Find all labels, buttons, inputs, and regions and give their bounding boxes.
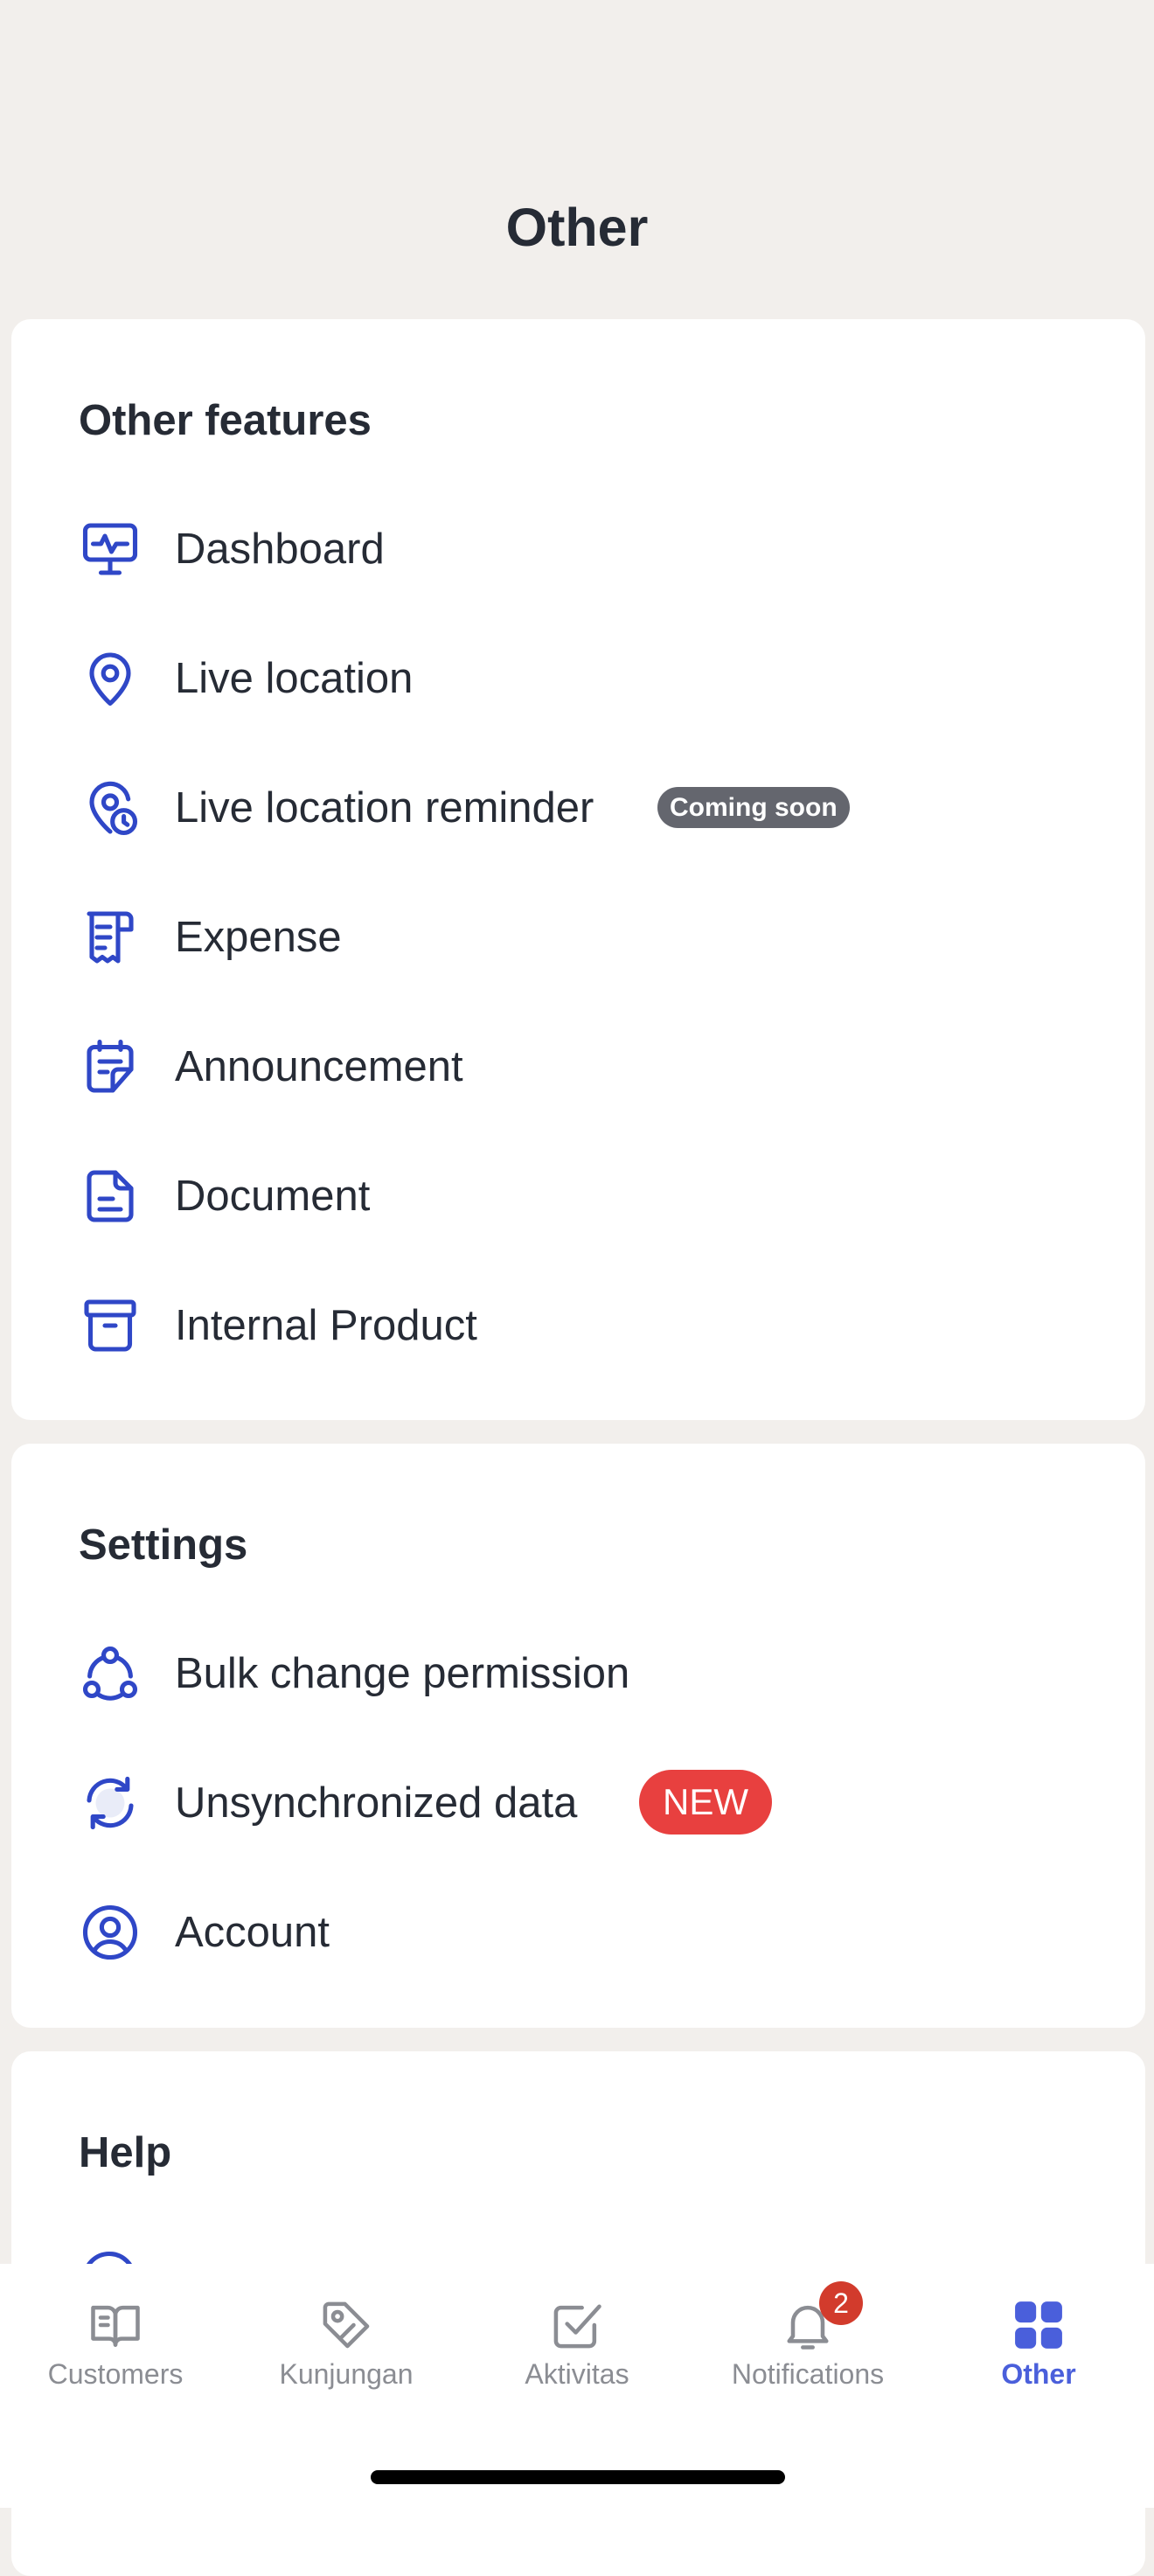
- section-title-other-features: Other features: [79, 397, 372, 444]
- nav-tab-aktivitas[interactable]: Aktivitas: [462, 2264, 692, 2439]
- nav-label: Notifications: [731, 2358, 885, 2390]
- menu-item-live-location[interactable]: Live location: [11, 612, 1145, 741]
- nav-tab-other[interactable]: Other: [923, 2264, 1154, 2439]
- archive-box-icon: [79, 1294, 142, 1357]
- receipt-icon: [79, 906, 142, 969]
- document-icon: [79, 1165, 142, 1228]
- menu-item-label: Bulk change permission: [175, 1650, 630, 1697]
- nav-label: Aktivitas: [525, 2358, 629, 2390]
- pin-clock-icon: [79, 776, 142, 839]
- user-circle-icon: [79, 1901, 142, 1964]
- menu-item-account[interactable]: Account: [11, 1866, 1145, 1995]
- menu-item-internal-product[interactable]: Internal Product: [11, 1259, 1145, 1389]
- menu-item-dashboard[interactable]: Dashboard: [11, 483, 1145, 612]
- book-icon: [86, 2295, 145, 2355]
- menu-item-expense[interactable]: Expense: [11, 871, 1145, 1000]
- grid-icon: [1009, 2295, 1068, 2355]
- nav-label: Customers: [47, 2358, 184, 2390]
- dashboard-monitor-icon: [79, 518, 142, 581]
- menu-item-label: Unsynchronized data: [175, 1779, 578, 1827]
- menu-item-announcement[interactable]: Announcement: [11, 1000, 1145, 1130]
- network-nodes-icon: [79, 1642, 142, 1705]
- menu-item-label: Account: [175, 1909, 330, 1956]
- menu-item-label: Document: [175, 1173, 371, 1220]
- notification-count-badge: 2: [819, 2281, 863, 2325]
- menu-item-label: Expense: [175, 914, 342, 961]
- section-title-help: Help: [79, 2129, 172, 2176]
- menu-item-document[interactable]: Document: [11, 1130, 1145, 1259]
- page-title: Other: [505, 198, 649, 257]
- nav-tab-customers[interactable]: Customers: [0, 2264, 231, 2439]
- menu-item-live-location-reminder[interactable]: Live location reminder Coming soon: [11, 741, 1145, 871]
- coming-soon-badge: Coming soon: [657, 787, 850, 828]
- nav-tab-notifications[interactable]: 2 Notifications: [692, 2264, 923, 2439]
- settings-card: Settings Bulk change permission Unsynchr…: [11, 1444, 1145, 2028]
- nav-tab-kunjungan[interactable]: Kunjungan: [231, 2264, 462, 2439]
- tag-icon: [316, 2295, 376, 2355]
- menu-item-label: Announcement: [175, 1043, 463, 1090]
- nav-label: Kunjungan: [279, 2358, 414, 2390]
- menu-item-label: Live location reminder: [175, 784, 594, 832]
- menu-item-label: Live location: [175, 655, 414, 702]
- other-features-card: Other features Dashboard Live location L…: [11, 319, 1145, 1420]
- calendar-note-icon: [79, 1035, 142, 1098]
- section-title-settings: Settings: [79, 1521, 248, 1569]
- menu-item-unsynchronized-data[interactable]: Unsynchronized data NEW: [11, 1737, 1145, 1866]
- menu-item-bulk-change-permission[interactable]: Bulk change permission: [11, 1607, 1145, 1737]
- menu-item-label: Dashboard: [175, 526, 385, 573]
- sync-icon: [79, 1772, 142, 1835]
- map-pin-icon: [79, 647, 142, 710]
- menu-item-label: Internal Product: [175, 1302, 477, 1349]
- nav-label: Other: [1001, 2358, 1076, 2390]
- new-badge: NEW: [639, 1770, 772, 1835]
- home-indicator[interactable]: [371, 2470, 785, 2484]
- check-square-icon: [547, 2295, 607, 2355]
